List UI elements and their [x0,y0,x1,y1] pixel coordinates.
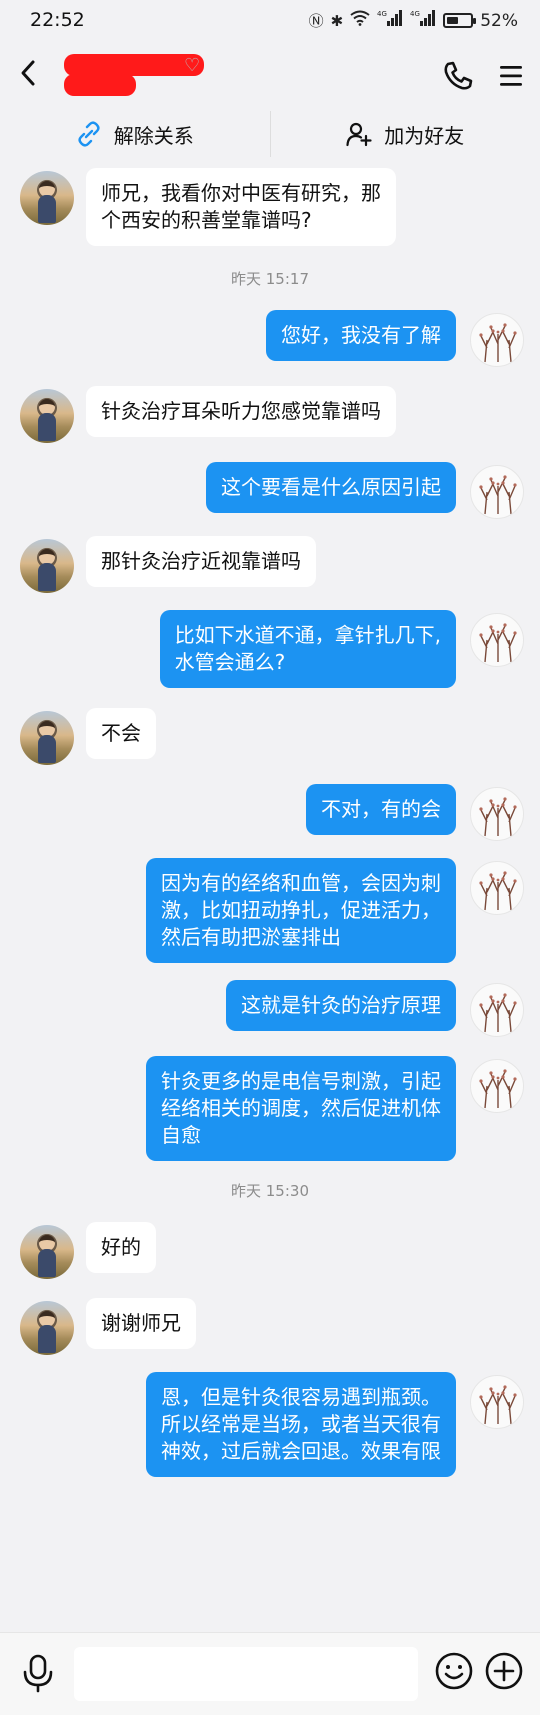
status-time: 22:52 [30,9,85,31]
user-plus-icon [346,122,372,147]
my-avatar[interactable] [470,313,524,367]
message-bubble[interactable]: 谢谢师兄 [86,1298,196,1349]
contact-avatar[interactable] [20,711,74,765]
emoji-button[interactable] [434,1651,474,1691]
timestamp-separator: 昨天 15:17 [231,270,309,288]
message-bubble[interactable]: 针灸更多的是电信号刺激，引起 经络相关的调度，然后促进机体 自愈 [146,1056,456,1161]
bluetooth-icon: ✱ [330,11,344,30]
battery-level-fill [447,17,459,24]
message-input[interactable] [74,1647,418,1701]
voice-button[interactable] [20,1653,56,1693]
my-avatar[interactable] [470,613,524,667]
timestamp-separator: 昨天 15:30 [231,1182,309,1200]
message-bubble[interactable]: 那针灸治疗近视靠谱吗 [86,536,316,587]
battery-percent: 52% [480,10,518,31]
nfc-icon: Ⓝ [308,11,324,30]
contact-avatar[interactable] [20,539,74,593]
message-bubble[interactable]: 这个要看是什么原因引起 [206,462,456,513]
message-bubble[interactable]: 比如下水道不通，拿针扎几下, 水管会通么? [159,610,456,688]
message-bubble[interactable]: 师兄，我看你对中医有研究，那 个西安的积善堂靠谱吗? [86,168,396,246]
chevron-left-icon [21,60,35,86]
my-avatar[interactable] [470,787,524,841]
wifi-icon [350,10,370,31]
my-avatar[interactable] [470,1375,524,1429]
contact-name-redacted-line2 [64,74,136,96]
relationship-actions: 解除关系 加为好友 [0,108,540,160]
plus-circle-icon [485,1652,523,1690]
call-button[interactable] [440,58,476,94]
network-type-label: 4G [377,10,387,18]
my-avatar[interactable] [470,983,524,1037]
my-avatar[interactable] [470,861,524,915]
status-bar: 22:52 Ⓝ ✱ 4G 4G 52% [0,0,540,44]
message-bubble[interactable]: 针灸治疗耳朵听力您感觉靠谱吗 [86,386,396,437]
message-bubble[interactable]: 您好，我没有了解 [266,310,456,361]
message-list[interactable]: 师兄，我看你对中医有研究，那 个西安的积善堂靠谱吗? 昨天 15:17 您好，我没有… [0,160,540,1632]
battery-icon [443,13,477,28]
link-broken-icon [78,121,100,147]
message-bubble[interactable]: 不会 [86,708,156,759]
message-bubble[interactable]: 这就是针灸的治疗原理 [226,980,456,1031]
message-bubble[interactable]: 不对，有的会 [306,784,456,835]
contact-avatar[interactable] [20,171,74,225]
message-bubble[interactable]: 因为有的经络和血管，会因为刺 激，比如扭动挣扎，促进活力， 然后有助把淤塞排出 [146,858,456,963]
contact-avatar[interactable] [20,389,74,443]
my-avatar[interactable] [470,465,524,519]
contact-avatar[interactable] [20,1301,74,1355]
message-bubble[interactable]: 好的 [86,1222,156,1273]
signal-icon: 4G [377,9,403,32]
message-bubble[interactable]: 恩，但是针灸很容易遇到瓶颈。 所以经常是当场，或者当天很有 神效，过后就会回退。… [146,1372,456,1477]
unlink-button[interactable]: 解除关系 [0,108,270,160]
more-button[interactable] [484,1651,524,1691]
back-button[interactable] [18,58,54,94]
add-friend-button[interactable]: 加为好友 [271,108,540,160]
contact-name-redacted [64,54,204,76]
add-friend-label: 加为好友 [384,123,465,148]
heart-icon: ♡ [184,55,201,76]
phone-icon [444,61,473,90]
emoji-icon [435,1652,473,1690]
microphone-icon [23,1654,53,1693]
menu-icon [500,66,522,86]
unlink-label: 解除关系 [113,123,194,148]
network-type-label: 4G [410,10,420,18]
status-icons: Ⓝ ✱ 4G 4G 52% [309,9,518,32]
contact-avatar[interactable] [20,1225,74,1279]
menu-button[interactable] [494,58,530,94]
signal-icon: 4G [410,9,436,32]
chat-header: ♡ [0,44,540,108]
input-bar [0,1632,540,1715]
my-avatar[interactable] [470,1059,524,1113]
